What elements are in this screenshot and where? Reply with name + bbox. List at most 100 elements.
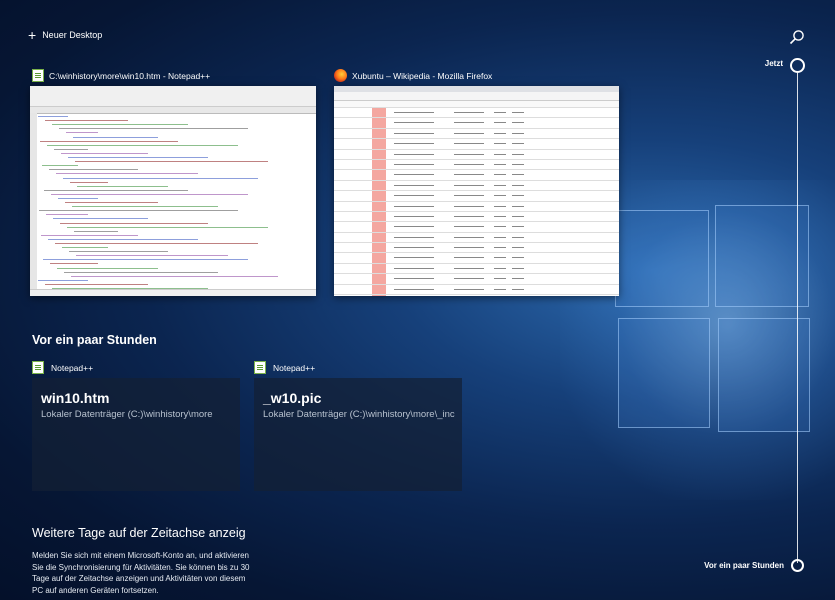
notepad-plus-plus-icon bbox=[254, 361, 266, 374]
table-cell-text bbox=[394, 153, 434, 155]
table-cell-highlight bbox=[372, 159, 386, 170]
table-cell-text bbox=[394, 247, 434, 249]
section-title: Vor ein paar Stunden bbox=[32, 333, 157, 347]
activity-title: _w10.pic bbox=[263, 390, 322, 406]
code-line bbox=[38, 279, 88, 281]
table-row bbox=[334, 263, 619, 275]
table-cell-highlight bbox=[372, 284, 386, 295]
timeline-now-label[interactable]: Jetzt bbox=[765, 59, 783, 68]
wallpaper-window-pane bbox=[615, 210, 709, 307]
table-cell-highlight bbox=[372, 253, 386, 263]
code-line bbox=[74, 230, 118, 232]
code-line bbox=[70, 181, 108, 183]
table-cell-highlight bbox=[372, 232, 386, 243]
table-cell-text bbox=[394, 174, 434, 176]
activity-card[interactable]: _w10.pic Lokaler Datenträger (C:)\winhis… bbox=[254, 378, 462, 491]
table-cell-highlight bbox=[372, 263, 386, 274]
code-line bbox=[63, 177, 258, 179]
table-cell-text bbox=[454, 163, 484, 165]
table-cell-text bbox=[494, 226, 506, 228]
window-title-firefox[interactable]: Xubuntu – Wikipedia - Mozilla Firefox bbox=[334, 69, 492, 82]
code-line bbox=[38, 116, 68, 118]
table-cell-text bbox=[394, 143, 434, 145]
table-cell-text bbox=[454, 267, 484, 269]
table-row bbox=[334, 232, 619, 244]
table-cell-text bbox=[454, 226, 484, 228]
table-row bbox=[334, 159, 619, 171]
table-row bbox=[334, 201, 619, 212]
table-cell-text bbox=[494, 153, 506, 155]
table-cell-text bbox=[454, 288, 484, 290]
table-cell-highlight bbox=[372, 274, 386, 284]
notepad-toolbar bbox=[30, 86, 316, 107]
code-line bbox=[56, 173, 198, 175]
activity-path: Lokaler Datenträger (C:)\winhistory\more… bbox=[263, 409, 455, 420]
timeline-hours-label[interactable]: Vor ein paar Stunden bbox=[704, 561, 784, 570]
notepad-plus-plus-icon bbox=[32, 69, 44, 82]
table-cell-highlight bbox=[372, 211, 386, 222]
code-line bbox=[66, 132, 98, 134]
table-cell-text bbox=[394, 163, 434, 165]
table-cell-highlight bbox=[372, 222, 386, 232]
code-line bbox=[46, 214, 88, 216]
table-cell-text bbox=[394, 122, 434, 124]
code-line bbox=[40, 140, 178, 142]
table-cell-text bbox=[512, 132, 524, 134]
table-cell-text bbox=[512, 112, 524, 113]
table-cell-text bbox=[394, 288, 434, 290]
table-cell-highlight bbox=[372, 201, 386, 211]
timeline-current-marker[interactable] bbox=[790, 58, 805, 73]
table-row bbox=[334, 108, 619, 119]
table-cell-text bbox=[512, 236, 524, 238]
table-cell-highlight bbox=[372, 191, 386, 201]
activity-card[interactable]: win10.htm Lokaler Datenträger (C:)\winhi… bbox=[32, 378, 240, 491]
table-cell-text bbox=[512, 257, 524, 259]
table-cell-text bbox=[512, 247, 524, 249]
table-cell-text bbox=[512, 195, 524, 197]
table-cell-text bbox=[454, 143, 484, 145]
code-line bbox=[49, 169, 138, 171]
code-line bbox=[45, 283, 148, 285]
table-cell-highlight bbox=[372, 139, 386, 149]
table-row bbox=[334, 211, 619, 223]
code-line bbox=[62, 247, 108, 249]
table-cell-text bbox=[494, 195, 506, 197]
table-cell-text bbox=[512, 153, 524, 155]
code-line bbox=[50, 263, 98, 265]
table-cell-text bbox=[512, 174, 524, 176]
table-cell-text bbox=[512, 163, 524, 165]
code-line bbox=[52, 124, 188, 126]
window-title-notepad[interactable]: C:\winhistory\more\win10.htm - Notepad++ bbox=[32, 69, 210, 82]
table-cell-text bbox=[494, 288, 506, 290]
table-row bbox=[334, 284, 619, 296]
timeline-marker[interactable] bbox=[791, 559, 804, 572]
code-line bbox=[51, 193, 248, 195]
table-row bbox=[334, 253, 619, 264]
table-cell-text bbox=[454, 215, 484, 217]
table-cell-highlight bbox=[372, 128, 386, 139]
table-row bbox=[334, 180, 619, 192]
code-line bbox=[76, 255, 228, 257]
table-cell-text bbox=[454, 132, 484, 134]
more-days-link[interactable]: Weitere Tage auf der Zeitachse anzeig bbox=[32, 526, 246, 540]
timeline-track[interactable] bbox=[797, 73, 798, 563]
table-row bbox=[334, 118, 619, 129]
table-row bbox=[334, 139, 619, 150]
code-line bbox=[58, 197, 98, 199]
table-cell-text bbox=[494, 236, 506, 238]
table-cell-text bbox=[454, 205, 484, 207]
new-desktop-button[interactable]: + Neuer Desktop bbox=[28, 28, 102, 42]
table-cell-highlight bbox=[372, 149, 386, 159]
table-cell-text bbox=[494, 112, 506, 113]
activity-app-name: Notepad++ bbox=[51, 362, 94, 373]
table-cell-text bbox=[394, 184, 434, 186]
search-icon[interactable] bbox=[789, 29, 805, 45]
code-line bbox=[77, 185, 168, 187]
window-thumbnail-firefox[interactable] bbox=[334, 86, 619, 296]
table-cell-text bbox=[512, 226, 524, 228]
notepad-statusbar bbox=[30, 289, 316, 296]
table-cell-text bbox=[512, 288, 524, 290]
table-cell-text bbox=[394, 132, 434, 134]
window-thumbnail-notepad[interactable] bbox=[30, 86, 316, 296]
more-days-description: Melden Sie sich mit einem Microsoft-Kont… bbox=[32, 551, 250, 595]
